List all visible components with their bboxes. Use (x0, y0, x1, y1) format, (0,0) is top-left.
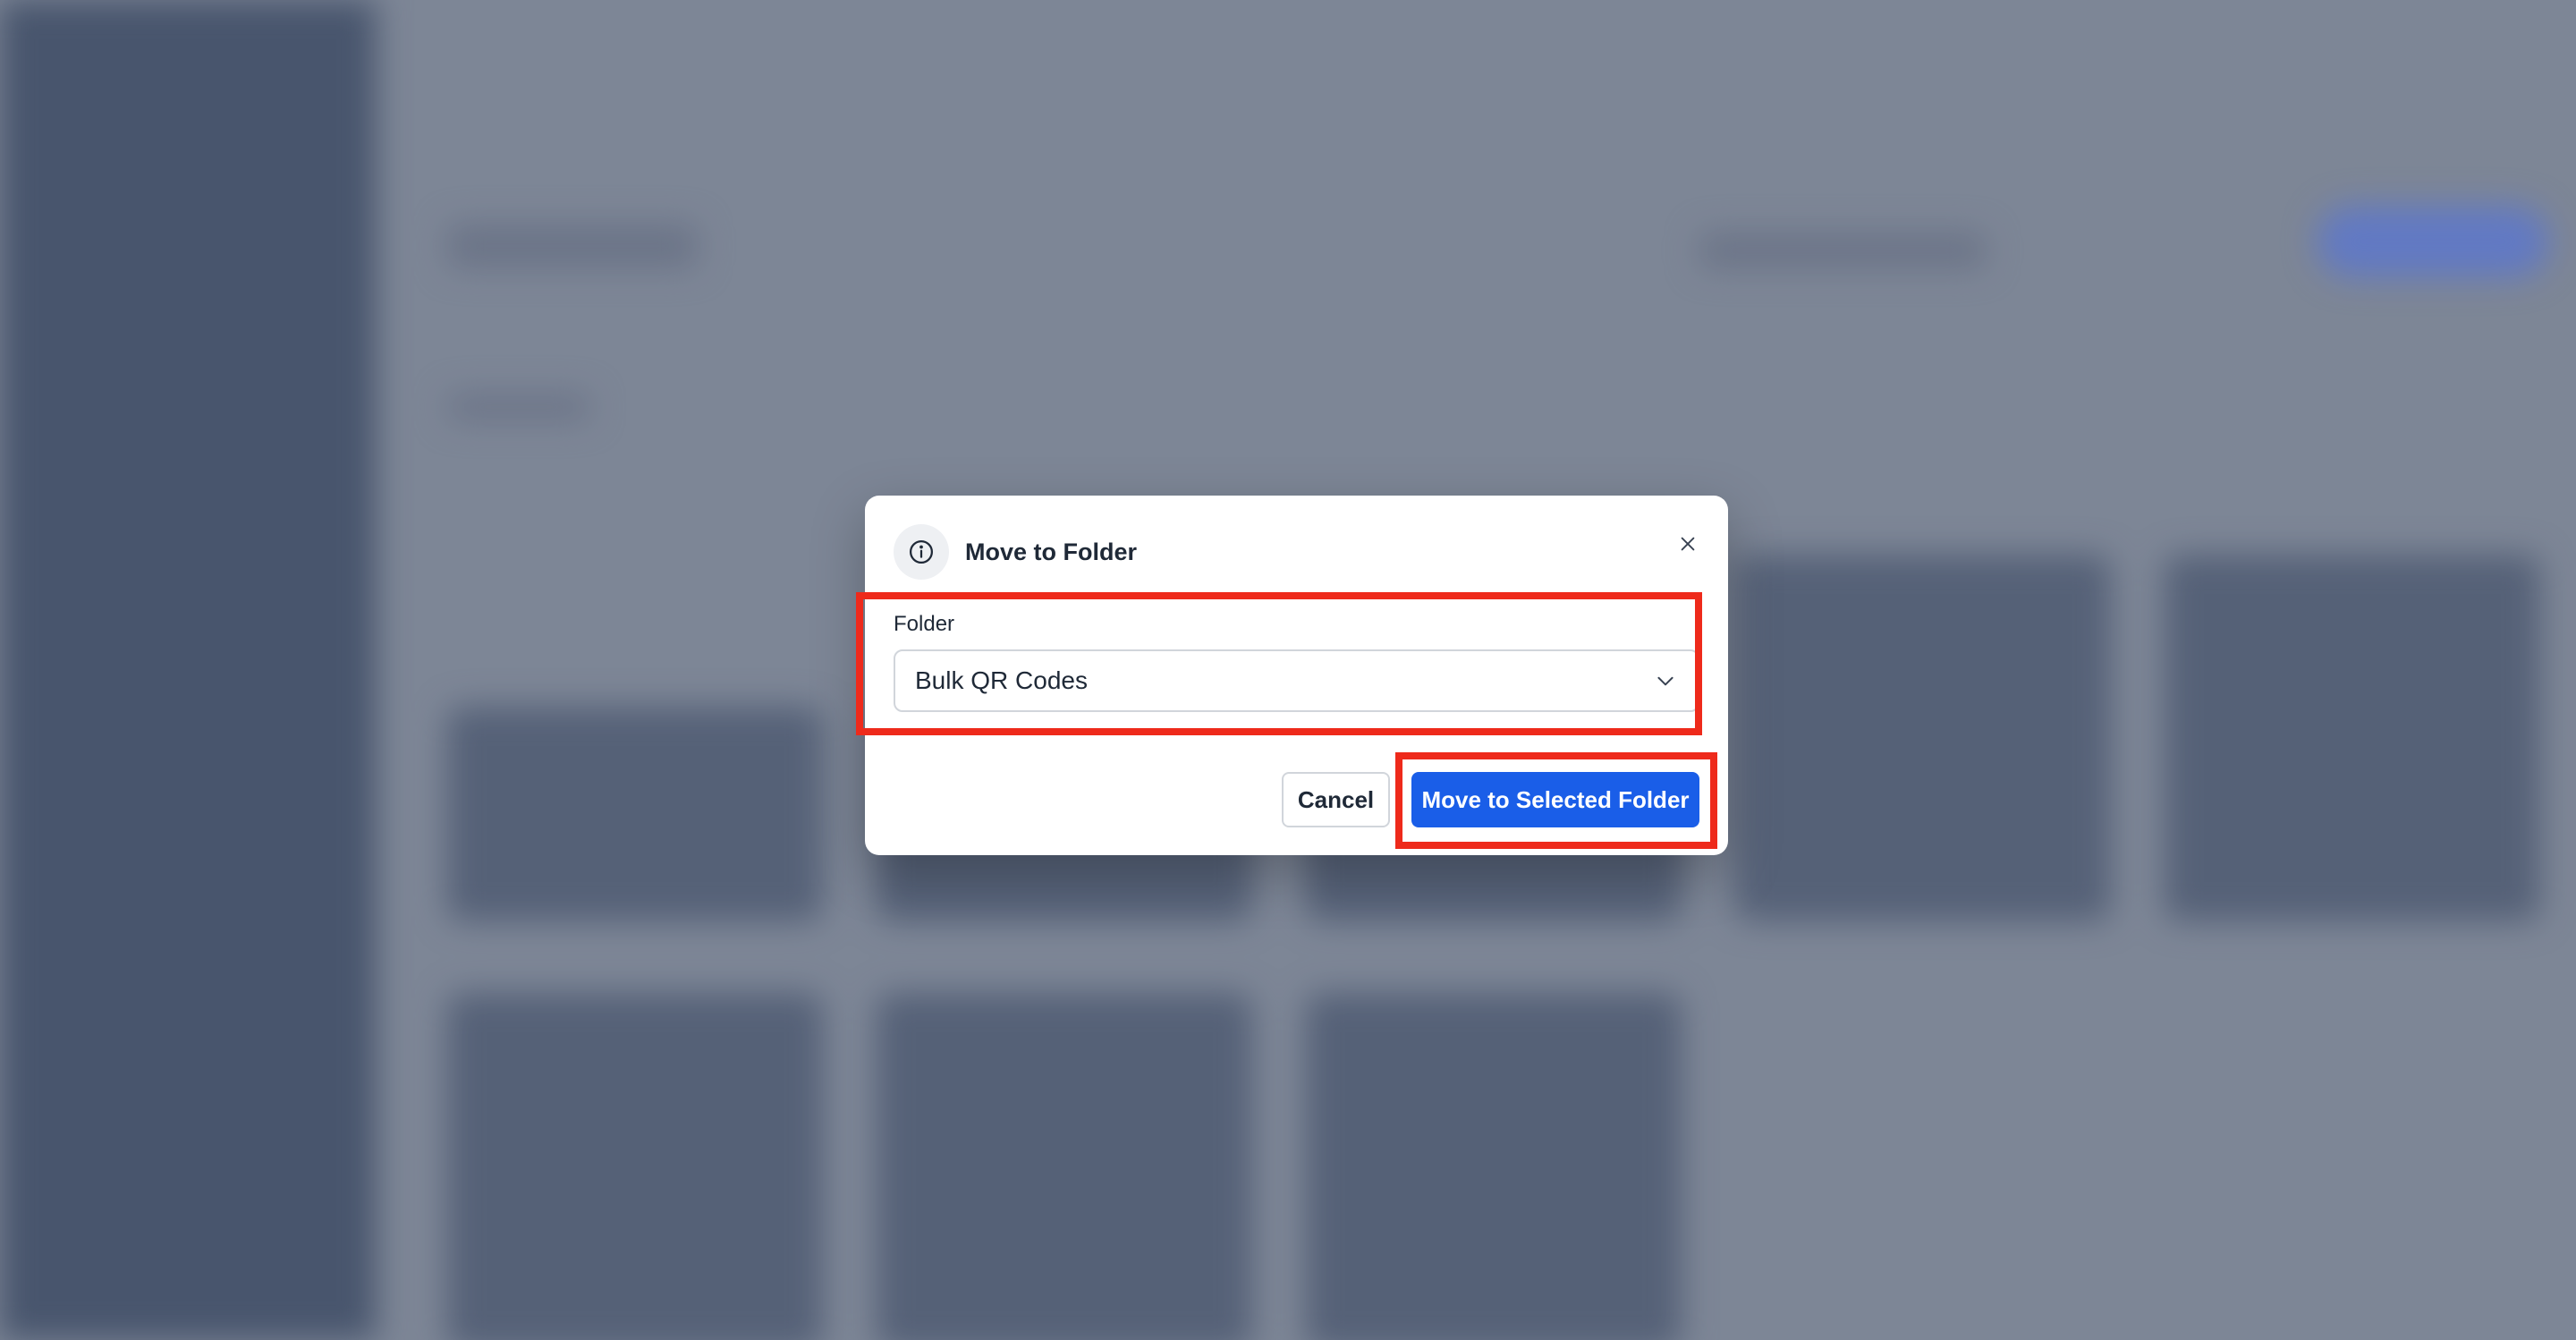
close-button[interactable] (1670, 528, 1706, 564)
close-icon (1678, 534, 1698, 558)
info-icon (894, 524, 949, 580)
folder-selected-value: Bulk QR Codes (915, 666, 1088, 694)
move-to-selected-folder-button[interactable]: Move to Selected Folder (1411, 772, 1699, 827)
cancel-button[interactable]: Cancel (1282, 772, 1390, 827)
folder-label: Folder (894, 612, 955, 636)
move-to-folder-dialog: Move to Folder Folder Bulk QR Codes Canc… (856, 496, 1728, 855)
dialog-header: Move to Folder (894, 524, 1137, 580)
chevron-down-icon (1653, 668, 1678, 693)
dialog-title: Move to Folder (965, 538, 1138, 565)
folder-select[interactable]: Bulk QR Codes (894, 649, 1699, 712)
